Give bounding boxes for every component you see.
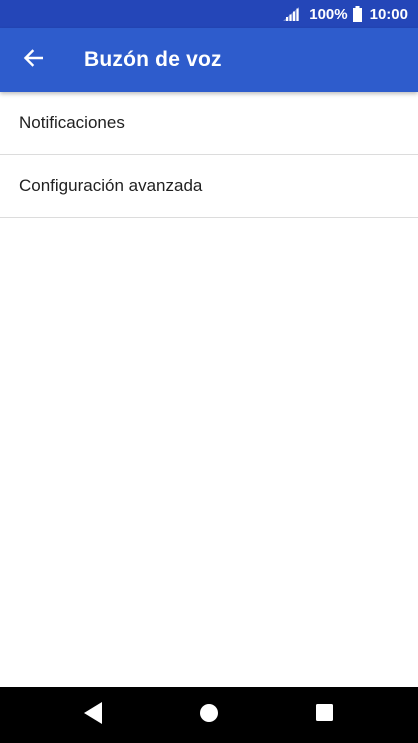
list-item-label: Configuración avanzada bbox=[19, 176, 203, 195]
settings-list: Notificaciones Configuración avanzada bbox=[0, 92, 418, 218]
nav-recents-icon bbox=[315, 704, 333, 726]
back-button[interactable] bbox=[18, 45, 48, 75]
clock: 10:00 bbox=[369, 5, 408, 23]
battery-percentage: 100% bbox=[309, 5, 348, 23]
arrow-back-icon bbox=[23, 48, 44, 72]
page-title: Buzón de voz bbox=[84, 48, 222, 71]
nav-home-button[interactable] bbox=[194, 687, 224, 743]
navigation-bar bbox=[0, 687, 418, 743]
nav-recents-button[interactable] bbox=[309, 687, 339, 743]
list-item-label: Notificaciones bbox=[19, 113, 125, 132]
nav-back-button[interactable] bbox=[78, 687, 108, 743]
signal-icon bbox=[283, 7, 300, 21]
status-bar: 100% 10:00 bbox=[0, 0, 418, 28]
list-item-configuracion-avanzada[interactable]: Configuración avanzada bbox=[0, 155, 418, 218]
nav-home-icon bbox=[199, 703, 219, 728]
app-bar: Buzón de voz bbox=[0, 28, 418, 92]
battery-icon bbox=[352, 6, 362, 22]
nav-back-icon bbox=[83, 701, 103, 729]
list-item-notificaciones[interactable]: Notificaciones bbox=[0, 92, 418, 155]
